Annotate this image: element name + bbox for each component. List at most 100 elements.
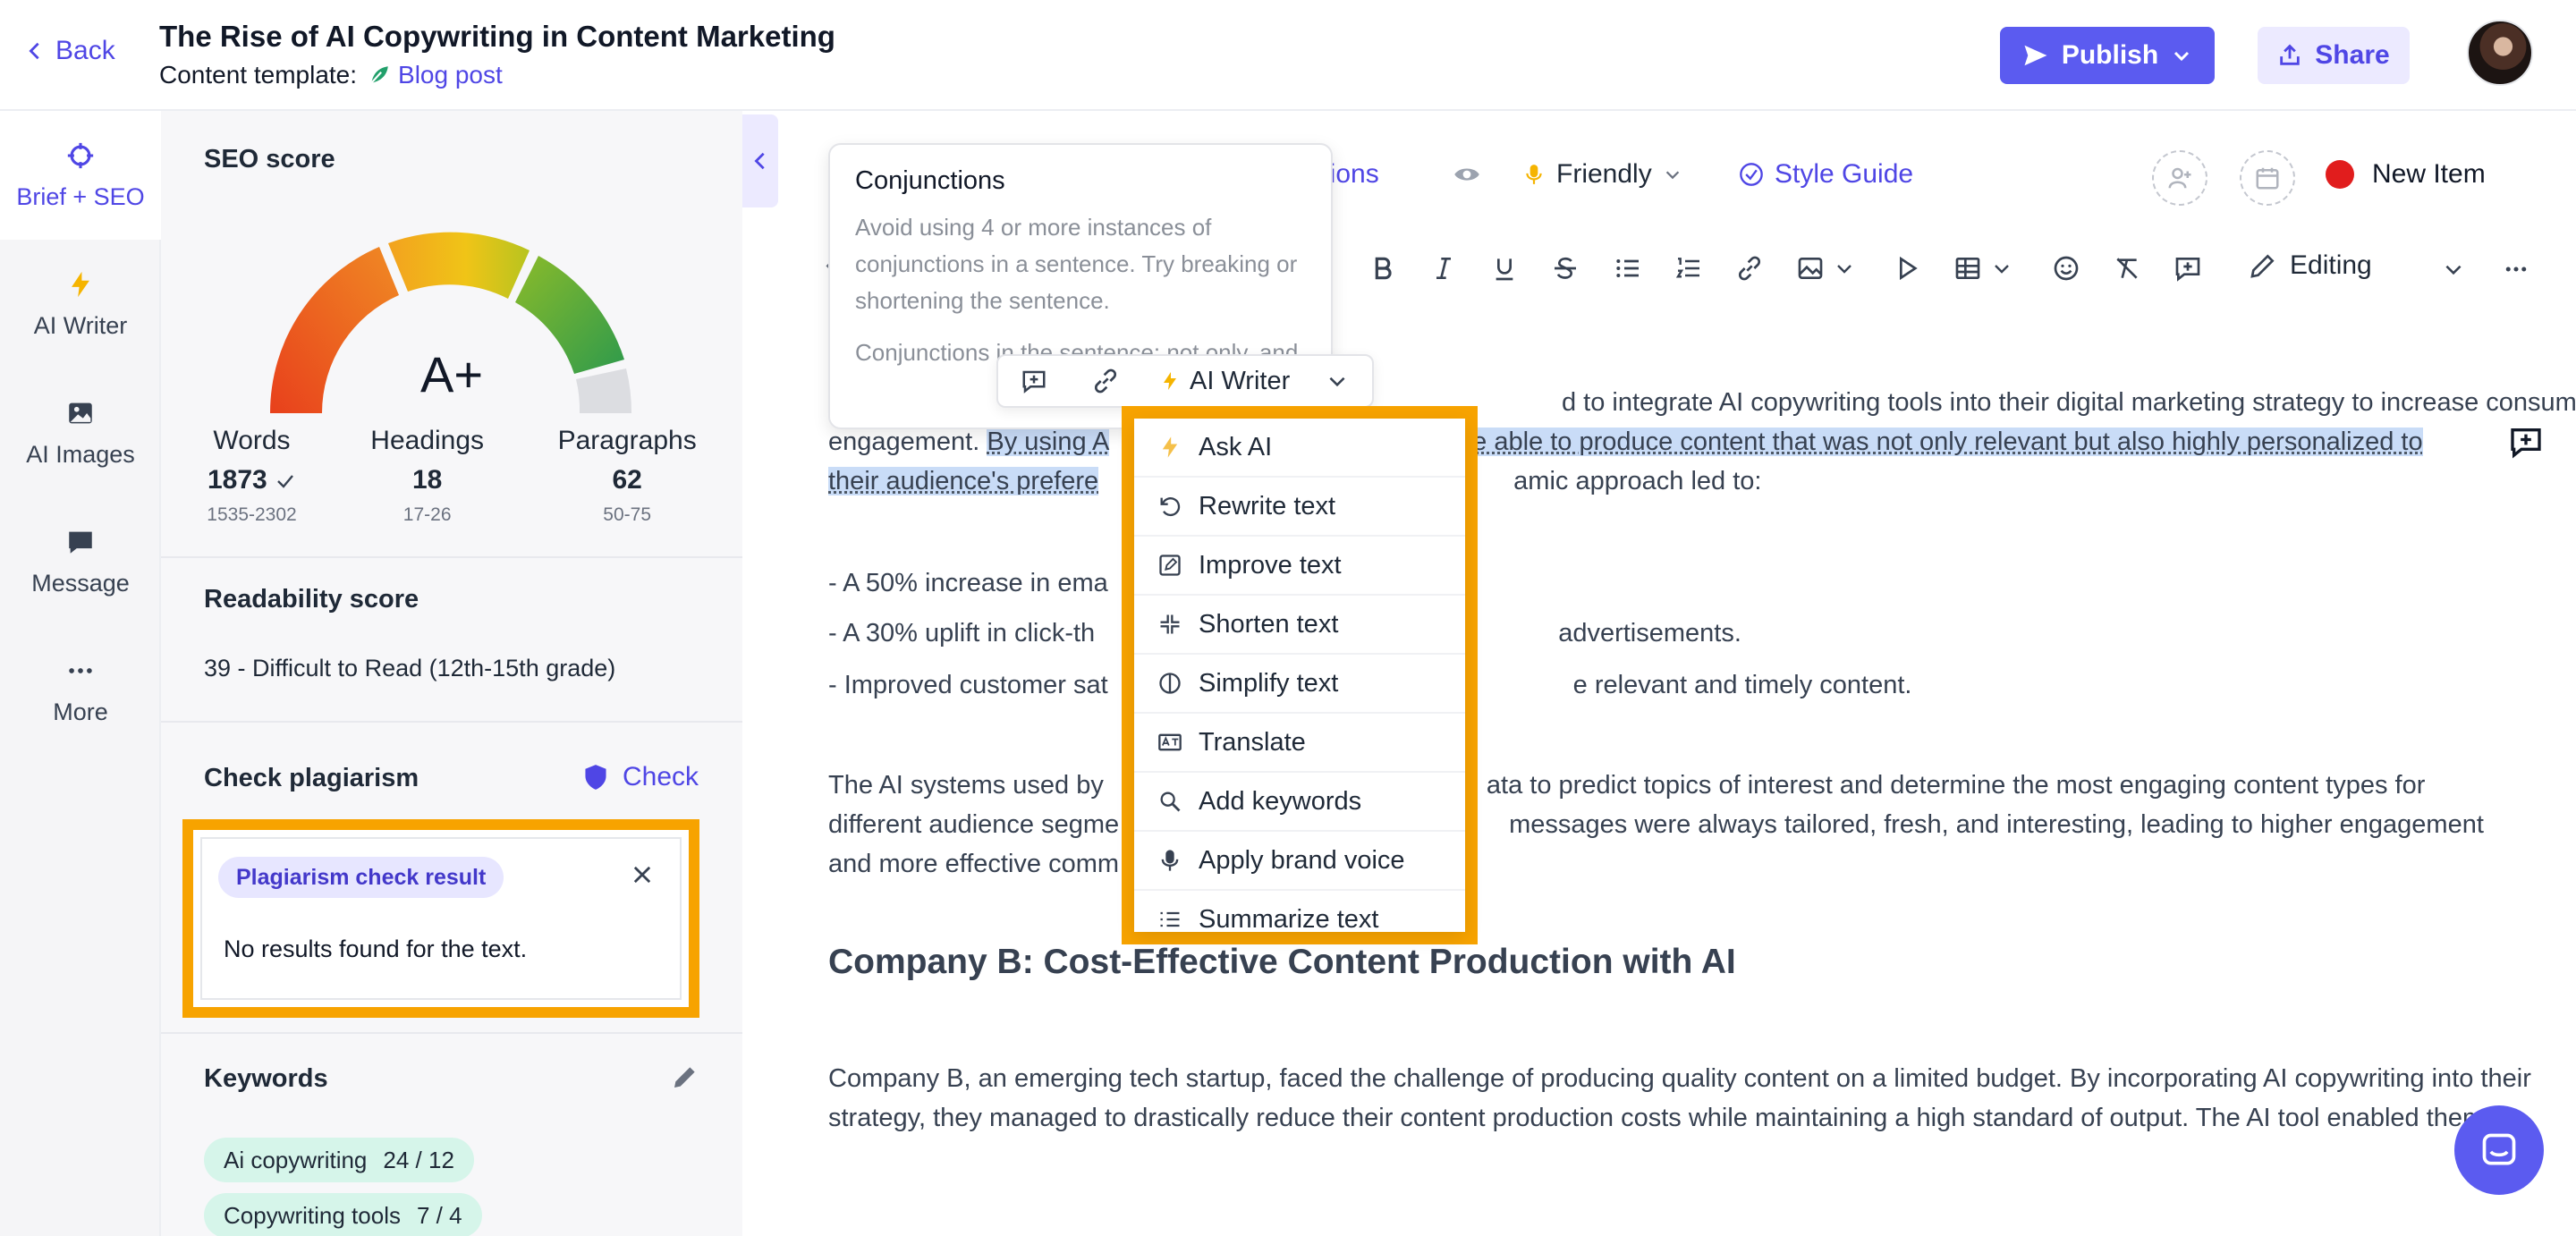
- chevron-left-icon: [25, 41, 45, 61]
- add-link-button[interactable]: [1070, 367, 1141, 395]
- text-span: messages were always tailored, fresh, an…: [1509, 810, 2484, 839]
- tone-dropdown[interactable]: Friendly: [1522, 159, 1682, 190]
- rail-item-label: More: [53, 698, 108, 726]
- clear-format-icon[interactable]: [2113, 254, 2141, 283]
- readability-title: Readability score: [204, 585, 419, 614]
- paragraph-2[interactable]: The AI systems used by ata to predict to…: [828, 766, 2546, 884]
- pencil-icon[interactable]: [671, 1062, 699, 1091]
- stat-label: Paragraphs: [558, 426, 697, 456]
- share-button[interactable]: Share: [2258, 27, 2410, 84]
- menu-item-simplify-text[interactable]: Simplify text: [1134, 655, 1465, 714]
- section-heading[interactable]: Company B: Cost-Effective Content Produc…: [828, 943, 1736, 982]
- strikethrough-icon[interactable]: [1551, 254, 1580, 283]
- send-icon: [2022, 42, 2049, 69]
- table-icon[interactable]: [1953, 254, 1982, 283]
- rail-item-more[interactable]: More: [0, 626, 161, 755]
- mic-icon: [1522, 161, 1546, 188]
- text-span: The AI systems used by: [828, 771, 1111, 800]
- rail-item-ai-images[interactable]: AI Images: [0, 368, 161, 497]
- stat-headings: Headings 18 17-26: [370, 426, 484, 526]
- chat-launcher-button[interactable]: [2454, 1105, 2544, 1195]
- rail-item-brief-seo[interactable]: Brief + SEO: [0, 111, 161, 240]
- new-item-status[interactable]: New Item: [2326, 159, 2486, 190]
- calendar-icon: [2254, 165, 2281, 191]
- publish-button[interactable]: Publish: [2000, 27, 2215, 84]
- editing-mode-dropdown[interactable]: Editing: [2249, 250, 2372, 281]
- bullet-list-icon[interactable]: [1614, 254, 1642, 283]
- bolt-icon: [65, 269, 96, 300]
- paragraph-3[interactable]: Company B, an emerging tech startup, fac…: [828, 1059, 2546, 1138]
- menu-item-translate[interactable]: Translate: [1134, 714, 1465, 773]
- menu-item-add-keywords[interactable]: Add keywords: [1134, 773, 1465, 832]
- chevron-down-icon[interactable]: [2442, 258, 2465, 281]
- keywords-title: Keywords: [204, 1064, 328, 1094]
- menu-item-label: Add keywords: [1199, 787, 1361, 817]
- check-plagiarism-button[interactable]: Check: [583, 762, 699, 792]
- stat-label: Words: [207, 426, 296, 456]
- divider: [161, 556, 742, 558]
- inline-selection-toolbar: AI Writer: [996, 354, 1374, 408]
- user-avatar[interactable]: [2467, 20, 2533, 86]
- chevron-left-icon: [750, 151, 770, 171]
- comment-add-icon[interactable]: [2508, 424, 2544, 460]
- close-icon[interactable]: [630, 862, 655, 887]
- bolt-icon: [1157, 435, 1182, 460]
- text-line: different audience segme messages were al…: [828, 805, 2546, 844]
- keyword-chip[interactable]: Copywriting tools 7 / 4: [204, 1193, 482, 1236]
- comment-add-icon[interactable]: [2174, 254, 2202, 283]
- stat-paragraphs: Paragraphs 62 50-75: [558, 426, 697, 526]
- eye-icon[interactable]: [1451, 161, 1483, 188]
- more-icon[interactable]: [2503, 256, 2529, 283]
- bullet-1[interactable]: - A 50% increase in ema: [828, 563, 2546, 603]
- menu-item-improve-text[interactable]: Improve text: [1134, 537, 1465, 596]
- stat-words: Words 1873 1535-2302: [207, 426, 296, 526]
- template-link[interactable]: Blog post: [368, 61, 503, 89]
- menu-item-summarize-text[interactable]: Summarize text: [1134, 891, 1465, 932]
- menu-item-label: Translate: [1199, 728, 1306, 758]
- image-icon: [65, 398, 96, 428]
- keyword-chip[interactable]: Ai copywriting 24 / 12: [204, 1138, 474, 1182]
- check-icon: [275, 470, 296, 492]
- menu-item-label: Simplify text: [1199, 669, 1338, 698]
- rail-item-label: AI Writer: [34, 312, 128, 340]
- style-guide-link[interactable]: Style Guide: [1739, 159, 1913, 190]
- chevron-down-icon[interactable]: [1834, 254, 1855, 283]
- back-button[interactable]: Back: [25, 36, 115, 66]
- check-label: Check: [623, 762, 699, 792]
- publish-label: Publish: [2062, 40, 2158, 71]
- menu-item-shorten-text[interactable]: Shorten text: [1134, 596, 1465, 655]
- plagiarism-title: Check plagiarism: [204, 764, 419, 793]
- tooltip-body: Avoid using 4 or more instances of conju…: [855, 209, 1320, 319]
- italic-icon[interactable]: [1429, 254, 1458, 283]
- rail-item-message[interactable]: Message: [0, 497, 161, 626]
- chevron-down-icon[interactable]: [1991, 254, 2012, 283]
- stat-range: 17-26: [370, 504, 484, 526]
- stat-label: Headings: [370, 426, 484, 456]
- add-user-button[interactable]: [2152, 150, 2207, 206]
- schedule-button[interactable]: [2240, 150, 2295, 206]
- emoji-icon[interactable]: [2052, 254, 2080, 283]
- keyword-count: 24 / 12: [383, 1147, 454, 1174]
- bullet-2[interactable]: - A 30% uplift in click-th advertisements…: [828, 614, 2546, 653]
- comment-add-icon: [1021, 368, 1047, 394]
- underline-icon[interactable]: [1490, 254, 1519, 283]
- rail-item-ai-writer[interactable]: AI Writer: [0, 240, 161, 368]
- ai-writer-dropdown[interactable]: AI Writer: [1141, 367, 1349, 396]
- text-span: amic approach led to:: [1513, 467, 1761, 495]
- image-insert-icon[interactable]: [1796, 254, 1825, 283]
- bullet-3[interactable]: - Improved customer sat e relevant and ti…: [828, 665, 2546, 705]
- rewrite-icon: [1157, 494, 1182, 519]
- play-icon[interactable]: [1893, 254, 1921, 283]
- link-icon[interactable]: [1735, 254, 1764, 283]
- document-title[interactable]: The Rise of AI Copywriting in Content Ma…: [159, 20, 835, 54]
- menu-item-apply-brand-voice[interactable]: Apply brand voice: [1134, 832, 1465, 891]
- stat-value: 62: [558, 465, 697, 495]
- menu-item-ask-ai[interactable]: Ask AI: [1134, 419, 1465, 478]
- menu-item-rewrite-text[interactable]: Rewrite text: [1134, 478, 1465, 537]
- keyword-name: Copywriting tools: [224, 1202, 401, 1230]
- bold-icon[interactable]: [1368, 254, 1397, 283]
- numbered-list-icon[interactable]: [1674, 254, 1703, 283]
- collapse-panel-button[interactable]: [742, 114, 778, 207]
- add-comment-button[interactable]: [998, 368, 1070, 394]
- chat-icon: [2479, 1130, 2519, 1170]
